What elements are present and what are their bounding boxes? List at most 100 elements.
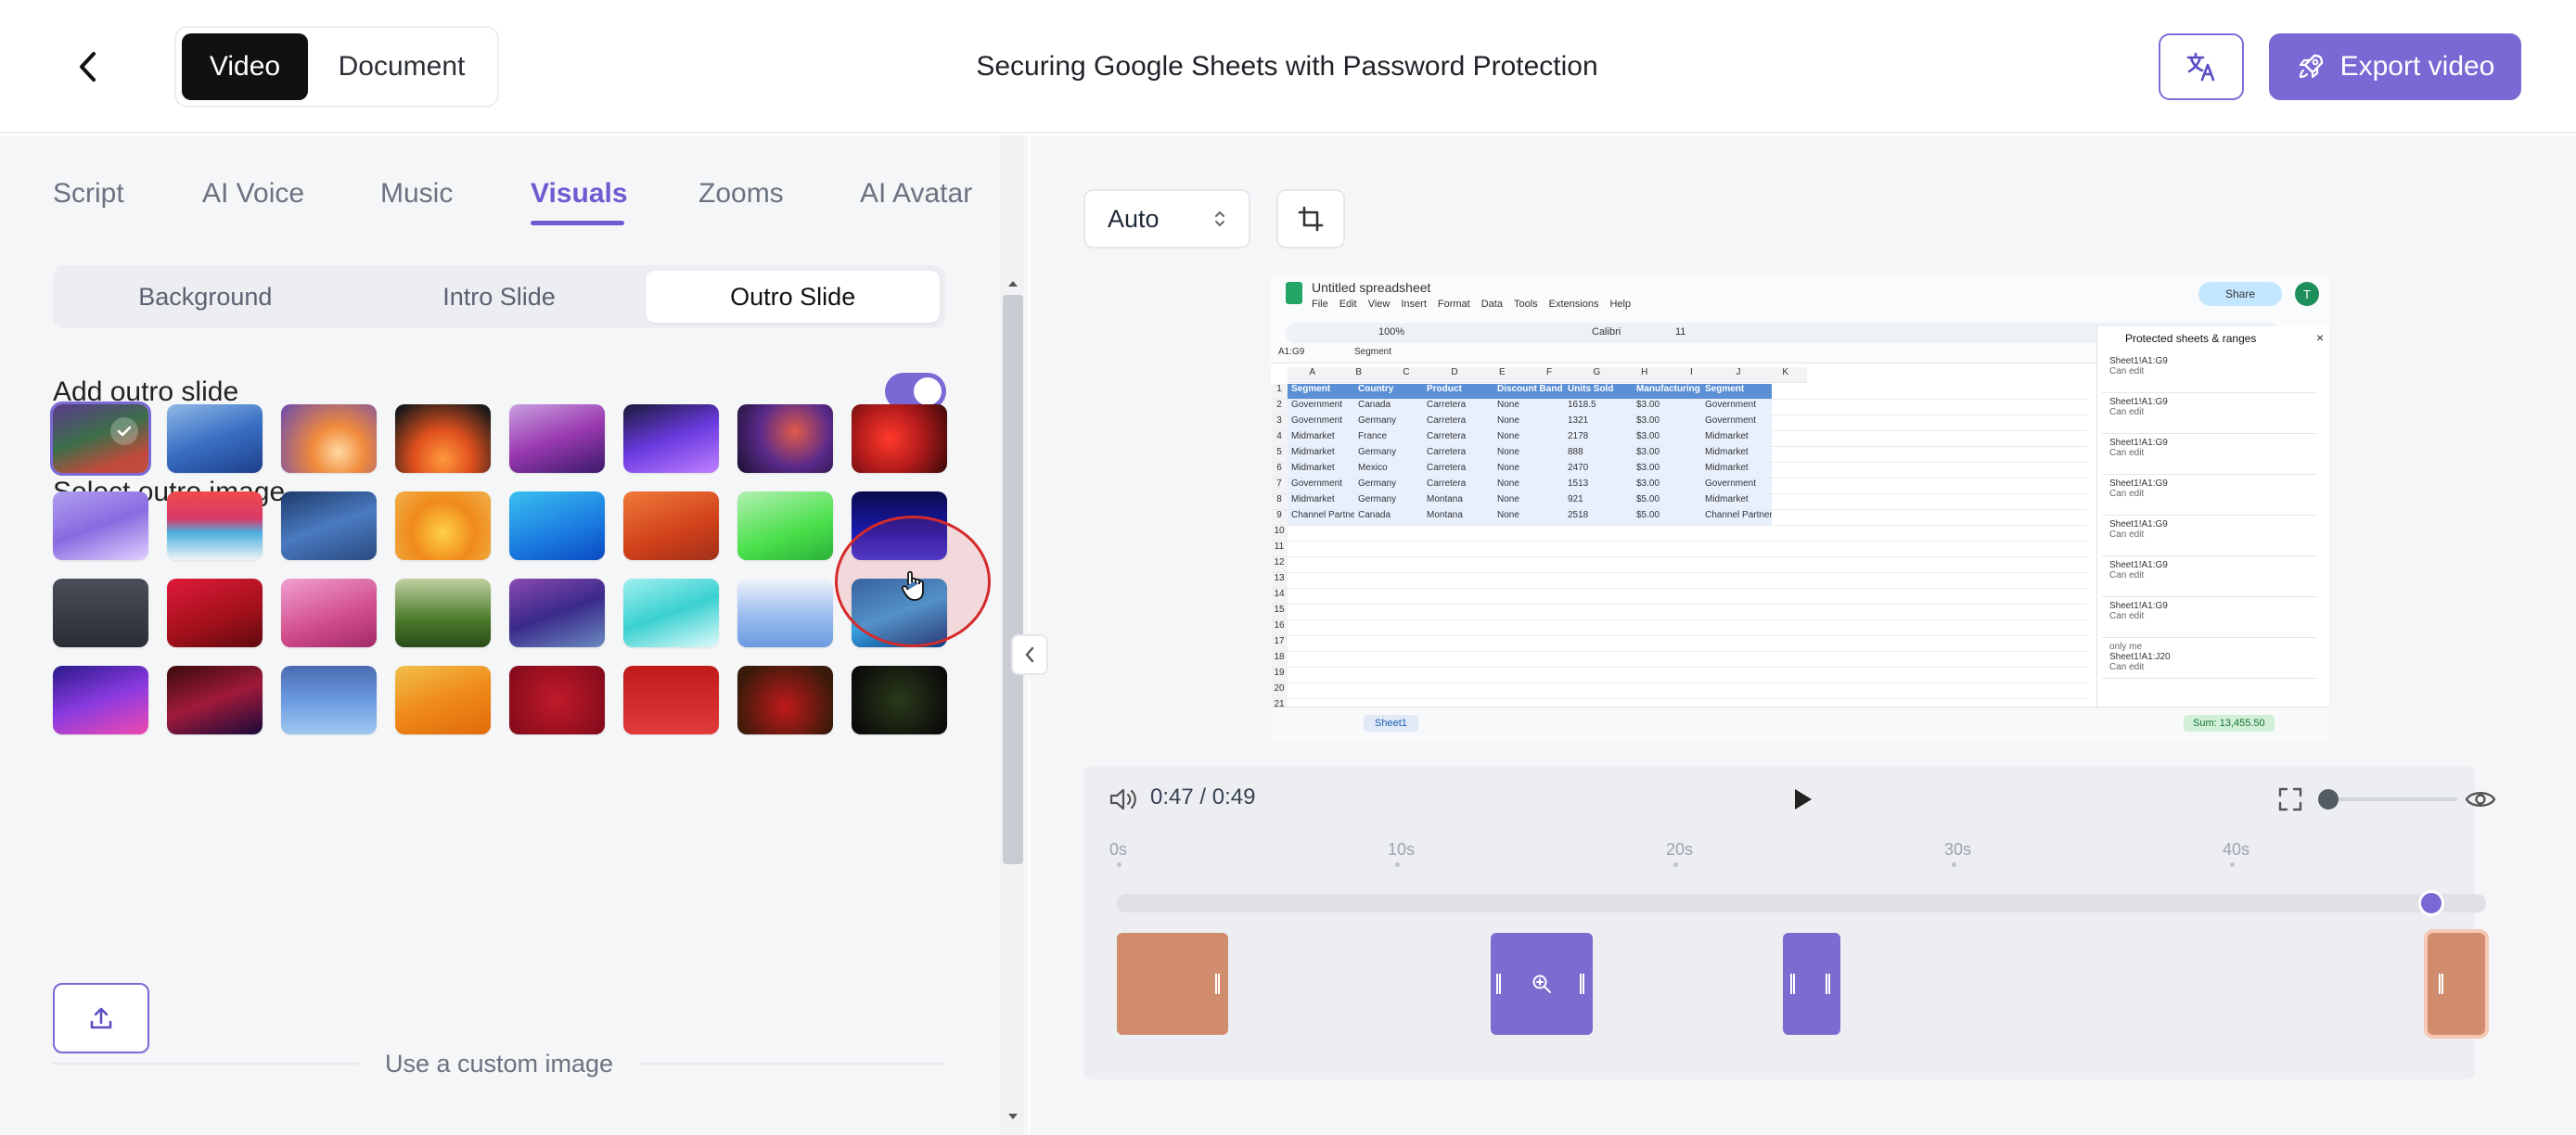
row-number[interactable]: 10 [1271,526,1288,541]
outro-image-option[interactable] [737,404,833,473]
table-cell[interactable]: $3.00 [1633,463,1701,478]
segment-handle-left[interactable] [1496,974,1501,994]
mode-document-button[interactable]: Document [314,33,490,100]
outro-image-option[interactable] [623,491,719,560]
table-cell[interactable]: $3.00 [1633,400,1701,414]
table-cell[interactable]: Canada [1354,400,1423,414]
header-cell[interactable]: Manufacturing Price [1633,384,1701,399]
outro-image-option[interactable] [509,491,605,560]
outro-image-option[interactable] [281,404,377,473]
user-avatar[interactable]: T [2295,282,2319,306]
table-cell[interactable]: 921 [1564,494,1633,509]
protected-range-item[interactable]: Sheet1!A1:G9 Can edit [2102,516,2317,556]
outro-image-option[interactable] [167,404,263,473]
outro-image-option[interactable] [737,666,833,734]
crop-button[interactable] [1276,189,1345,249]
table-cell[interactable]: $3.00 [1633,431,1701,446]
outro-image-option[interactable] [623,666,719,734]
table-cell[interactable]: None [1493,431,1564,446]
column-letter[interactable]: D [1429,367,1477,382]
row-number[interactable]: 1 [1271,384,1288,399]
sheets-menu-item[interactable]: Edit [1339,299,1357,310]
sheets-menu-item[interactable]: Extensions [1549,299,1599,310]
row-number[interactable]: 19 [1271,668,1288,682]
sheet-tab[interactable]: Sheet1 [1364,715,1418,732]
table-cell[interactable]: 2470 [1564,463,1633,478]
zoom-segment[interactable] [1783,933,1840,1035]
outro-image-option[interactable] [281,579,377,647]
sheets-menu-item[interactable]: Tools [1514,299,1538,310]
outro-image-option[interactable] [395,491,491,560]
table-cell[interactable]: Germany [1354,415,1423,430]
subtab-outro-slide[interactable]: Outro Slide [646,271,941,323]
table-cell[interactable]: 2178 [1564,431,1633,446]
upload-custom-image-button[interactable] [53,983,149,1053]
table-cell[interactable]: Government [1288,415,1354,430]
table-cell[interactable]: 888 [1564,447,1633,462]
column-letter[interactable]: A [1288,367,1333,382]
outro-image-option[interactable] [623,404,719,473]
outro-clip[interactable] [2424,929,2489,1039]
column-letter[interactable]: J [1713,367,1761,382]
column-letter[interactable]: K [1760,367,1807,382]
clip-drag-handle[interactable] [1215,974,1220,994]
table-cell[interactable]: Carretera [1423,478,1493,493]
outro-image-option[interactable] [737,491,833,560]
table-cell[interactable]: Midmarket [1288,431,1354,446]
table-cell[interactable]: Montana [1423,510,1493,525]
header-cell[interactable]: Product [1423,384,1493,399]
table-cell[interactable]: Midmarket [1288,463,1354,478]
table-cell[interactable]: Midmarket [1288,494,1354,509]
segment-handle-right[interactable] [1826,974,1830,994]
mode-video-button[interactable]: Video [182,33,308,100]
translate-button[interactable] [2159,33,2244,100]
column-letter[interactable]: C [1380,367,1429,382]
tab-visuals[interactable]: Visuals [531,161,628,226]
protected-range-item[interactable]: Sheet1!A1:G9 Can edit [2102,434,2317,475]
column-letter[interactable]: I [1666,367,1713,382]
volume-slider-handle[interactable] [2318,789,2339,810]
tab-ai-avatar[interactable]: AI Avatar [860,161,972,226]
outro-image-option[interactable] [852,404,947,473]
table-cell[interactable]: Carretera [1423,400,1493,414]
tab-music[interactable]: Music [380,161,453,226]
outro-image-option[interactable] [167,491,263,560]
clip-drag-handle[interactable] [2439,974,2443,994]
table-cell[interactable]: Germany [1354,494,1423,509]
table-cell[interactable]: Montana [1423,494,1493,509]
protected-range-item[interactable]: Sheet1!A1:G9 Can edit [2102,556,2317,597]
table-cell[interactable]: Midmarket [1701,431,1772,446]
protected-range-item[interactable]: Sheet1!A1:G9 Can edit [2102,393,2317,434]
table-cell[interactable]: Carretera [1423,431,1493,446]
table-cell[interactable]: France [1354,431,1423,446]
outro-image-option[interactable] [167,666,263,734]
table-cell[interactable]: Government [1701,400,1772,414]
table-cell[interactable]: Government [1288,400,1354,414]
play-icon[interactable] [1790,786,1814,812]
outro-image-option[interactable] [509,666,605,734]
column-letter[interactable]: F [1524,367,1571,382]
outro-image-option[interactable] [623,579,719,647]
row-number[interactable]: 7 [1271,478,1288,493]
close-icon[interactable]: × [2316,330,2324,345]
sheets-menu-item[interactable]: View [1368,299,1391,310]
timeline-clip[interactable] [1117,933,1228,1035]
tab-ai-voice[interactable]: AI Voice [202,161,304,226]
table-cell[interactable]: $3.00 [1633,447,1701,462]
row-number[interactable]: 3 [1271,415,1288,430]
row-number[interactable]: 13 [1271,573,1288,588]
outro-image-option[interactable] [53,491,148,560]
sheets-menu-item[interactable]: Insert [1401,299,1427,310]
outro-image-option[interactable] [53,666,148,734]
protected-range-item[interactable]: only me Sheet1!A1:J20 Can edit [2102,638,2317,679]
row-number[interactable]: 14 [1271,589,1288,604]
table-cell[interactable]: $3.00 [1633,415,1701,430]
row-number[interactable]: 17 [1271,636,1288,651]
table-cell[interactable]: Channel Partners [1288,510,1354,525]
table-cell[interactable]: Carretera [1423,463,1493,478]
header-cell[interactable]: Units Sold [1564,384,1633,399]
row-number[interactable]: 20 [1271,683,1288,698]
table-cell[interactable]: 1618.5 [1564,400,1633,414]
protected-range-item[interactable]: Sheet1!A1:G9 Can edit [2102,597,2317,638]
timeline-playhead[interactable] [2417,890,2444,916]
